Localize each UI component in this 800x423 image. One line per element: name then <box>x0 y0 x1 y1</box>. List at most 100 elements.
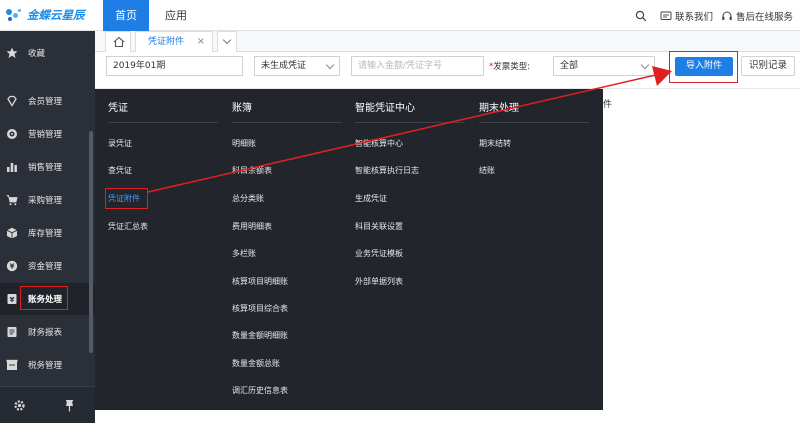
sidebar-item-label: 资金管理 <box>28 262 63 272</box>
menu-item-generate-voucher[interactable]: 生成凭证 <box>355 193 387 204</box>
invoice-type-select[interactable]: 全部 <box>553 56 655 76</box>
menu-item-general-ledger[interactable]: 总分类账 <box>232 193 264 204</box>
sidebar-item-label: 税务管理 <box>28 361 63 371</box>
app-root: 金蝶云星辰 首页 应用 联系我们 售后在线服务 收藏 会员管理 营销管理 销售管… <box>0 0 800 423</box>
sidebar: 收藏 会员管理 营销管理 销售管理 采购管理 库存管理 ¥ 资金管理 ¥ 账务处… <box>0 31 95 423</box>
service-link[interactable]: 售后在线服务 <box>721 0 793 31</box>
logo-mark-icon <box>4 6 24 24</box>
coin-icon: ¥ <box>6 260 18 272</box>
tab-list-button[interactable] <box>217 31 237 52</box>
menu-col-smart-voucher-title: 智能凭证中心 <box>355 103 415 114</box>
contact-us-label: 联系我们 <box>675 11 714 23</box>
menu-item-quantity-detail[interactable]: 数量金额明细账 <box>232 330 288 341</box>
sidebar-item-label: 收藏 <box>28 49 46 59</box>
sidebar-footer <box>0 386 95 423</box>
invoice-type-value: 全部 <box>560 61 579 71</box>
menu-item-detail-ledger[interactable]: 明细账 <box>232 138 256 149</box>
chevron-down-icon <box>325 60 335 70</box>
nav-home-tab[interactable]: 首页 <box>103 0 149 31</box>
menu-item-project-summary[interactable]: 核算项目综合表 <box>232 303 288 314</box>
menu-item-project-detail[interactable]: 核算项目明细账 <box>232 276 288 287</box>
message-icon <box>660 10 672 22</box>
recognition-history-button[interactable]: 识别记录 <box>741 56 795 76</box>
service-label: 售后在线服务 <box>736 11 794 23</box>
diamond-icon <box>6 95 18 107</box>
menu-item-smart-log[interactable]: 智能核算执行日志 <box>355 165 419 176</box>
menu-item-expense-detail[interactable]: 费用明细表 <box>232 221 272 232</box>
sidebar-item-label: 库存管理 <box>28 229 63 239</box>
menu-item-enter-voucher[interactable]: 录凭证 <box>108 138 132 149</box>
menu-item-smart-center[interactable]: 智能核算中心 <box>355 138 403 149</box>
chevron-down-icon <box>222 35 232 45</box>
sidebar-item-reports[interactable]: 财务报表 <box>0 316 95 348</box>
cart-icon <box>6 194 18 206</box>
brand-name: 金蝶云星辰 <box>27 8 85 22</box>
close-icon[interactable]: × <box>197 32 205 52</box>
home-icon <box>113 36 125 51</box>
brand-logo[interactable]: 金蝶云星辰 <box>4 4 100 26</box>
voucher-attachment-highlight-box <box>105 188 148 209</box>
report-icon <box>6 326 18 338</box>
invoice-type-label-text: 发票类型: <box>493 62 531 72</box>
menu-item-close-books[interactable]: 结账 <box>479 165 495 176</box>
search-icon <box>635 10 647 22</box>
menu-item-period-carryover[interactable]: 期末结转 <box>479 138 511 149</box>
menu-item-quantity-general[interactable]: 数量金额总账 <box>232 358 280 369</box>
menu-item-multi-column[interactable]: 多栏账 <box>232 248 256 259</box>
menu-item-exchange-history[interactable]: 调汇历史信息表 <box>232 385 288 396</box>
menu-divider <box>479 122 589 123</box>
sidebar-item-label: 财务报表 <box>28 328 63 338</box>
sidebar-item-purchasing[interactable]: 采购管理 <box>0 184 95 216</box>
bar-chart-icon <box>6 161 18 173</box>
tab-voucher-attachment[interactable]: 凭证附件 × <box>135 31 213 52</box>
menu-item-account-balance[interactable]: 科目余额表 <box>232 165 272 176</box>
menu-item-query-voucher[interactable]: 查凭证 <box>108 165 132 176</box>
sidebar-item-members[interactable]: 会员管理 <box>0 85 95 117</box>
svg-text:¥: ¥ <box>10 263 15 271</box>
table-header-peek: 件 <box>603 100 613 110</box>
box-icon <box>6 227 18 239</box>
menu-divider <box>355 122 465 123</box>
menu-col-period-end-title: 期末处理 <box>479 103 519 114</box>
voucher-status-select[interactable]: 未生成凭证 <box>254 56 340 76</box>
contact-us-link[interactable]: 联系我们 <box>660 0 713 31</box>
tax-icon <box>6 359 18 371</box>
period-field[interactable]: 2019年01期 <box>106 56 243 76</box>
amount-search-input[interactable]: 请输入金额/凭证字号 <box>351 56 484 76</box>
search-button[interactable] <box>635 0 650 31</box>
menu-item-external-docs[interactable]: 外部单据列表 <box>355 276 403 287</box>
sidebar-item-favorites[interactable]: 收藏 <box>0 37 95 69</box>
accounting-mega-menu: 凭证 录凭证 查凭证 凭证附件 凭证汇总表 账簿 明细账 科目余额表 总分类账 … <box>95 89 603 410</box>
search-placeholder: 请输入金额/凭证字号 <box>358 61 443 71</box>
pin-icon[interactable] <box>63 399 76 412</box>
sidebar-item-sales[interactable]: 销售管理 <box>0 151 95 183</box>
menu-item-account-mapping[interactable]: 科目关联设置 <box>355 221 403 232</box>
sidebar-item-funds[interactable]: ¥ 资金管理 <box>0 250 95 282</box>
sidebar-item-inventory[interactable]: 库存管理 <box>0 217 95 249</box>
home-tab[interactable] <box>105 31 131 52</box>
menu-divider <box>232 122 342 123</box>
ledger-icon: ¥ <box>6 293 18 305</box>
nav-apps-tab[interactable]: 应用 <box>159 0 193 31</box>
menu-col-ledger-title: 账簿 <box>232 103 252 114</box>
top-bar: 金蝶云星辰 首页 应用 联系我们 售后在线服务 <box>0 0 800 31</box>
sidebar-scrollbar[interactable] <box>89 131 93 353</box>
svg-text:¥: ¥ <box>10 296 15 304</box>
sidebar-item-label: 营销管理 <box>28 130 63 140</box>
target-icon <box>6 128 18 140</box>
menu-item-voucher-template[interactable]: 业务凭证模板 <box>355 248 403 259</box>
import-button-highlight-box <box>669 51 738 83</box>
tab-strip: 凭证附件 × <box>95 31 800 52</box>
sidebar-item-tax[interactable]: 税务管理 <box>0 349 95 381</box>
menu-col-voucher-title: 凭证 <box>108 103 128 114</box>
menu-divider <box>108 122 218 123</box>
sidebar-item-label: 会员管理 <box>28 97 63 107</box>
sidebar-item-marketing[interactable]: 营销管理 <box>0 118 95 150</box>
invoice-type-label: *发票类型: <box>489 60 530 72</box>
tab-label: 凭证附件 <box>148 37 185 47</box>
sidebar-item-label: 销售管理 <box>28 163 63 173</box>
gear-icon[interactable] <box>13 399 26 412</box>
menu-item-voucher-summary[interactable]: 凭证汇总表 <box>108 221 148 232</box>
headset-icon <box>721 10 733 22</box>
star-icon <box>6 47 18 59</box>
